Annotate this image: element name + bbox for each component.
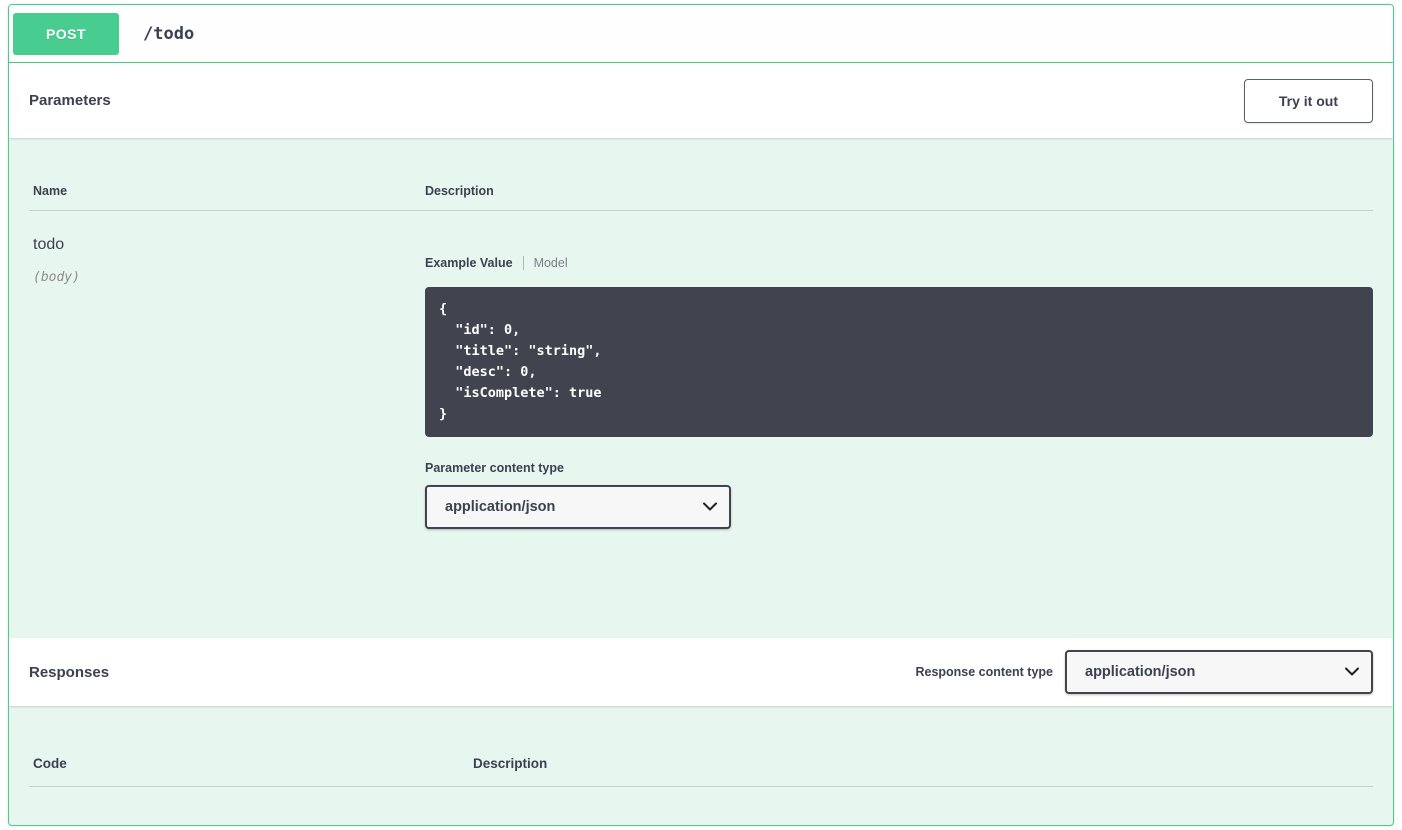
response-content-type-controls: Response content type application/json (915, 650, 1373, 694)
operation-summary[interactable]: POST /todo (9, 5, 1393, 63)
tab-example-value[interactable]: Example Value (425, 256, 523, 270)
parameter-content-type-select[interactable]: application/json (425, 485, 731, 529)
parameter-content-type-select-wrap: application/json (425, 485, 731, 529)
responses-title: Responses (29, 664, 109, 681)
description-column-header: Description (425, 184, 1373, 198)
parameters-table-header: Name Description (29, 184, 1373, 211)
parameter-name-cell: todo (body) (33, 236, 425, 529)
parameters-section-header: Parameters Try it out (9, 63, 1393, 138)
response-content-type-label: Response content type (915, 665, 1053, 679)
name-column-header: Name (33, 184, 425, 198)
responses-body: Code Description (9, 706, 1393, 807)
example-json-block: { "id": 0, "title": "string", "desc": 0,… (425, 287, 1373, 437)
parameters-body: Name Description todo (body) Example Val… (9, 138, 1393, 638)
response-content-type-select-wrap: application/json (1065, 650, 1373, 694)
parameter-name: todo (33, 236, 425, 254)
response-content-type-select[interactable]: application/json (1065, 650, 1373, 694)
parameter-content-type-label: Parameter content type (425, 461, 1373, 475)
parameters-title: Parameters (29, 92, 111, 109)
parameter-description-cell: Example Value Model { "id": 0, "title": … (425, 236, 1373, 529)
model-example-tabs: Example Value Model (425, 256, 1373, 270)
tab-model[interactable]: Model (523, 256, 568, 270)
try-it-out-button[interactable]: Try it out (1244, 79, 1373, 123)
endpoint-path: /todo (143, 24, 194, 44)
responses-section-header: Responses Response content type applicat… (9, 638, 1393, 706)
responses-table-header: Code Description (29, 756, 1373, 787)
parameter-location: (body) (33, 270, 425, 285)
code-column-header: Code (33, 756, 473, 771)
parameter-row-todo: todo (body) Example Value Model { "id": … (29, 211, 1373, 529)
http-method-badge: POST (13, 13, 119, 55)
response-description-column-header: Description (473, 756, 1373, 771)
operation-block-post-todo: POST /todo Parameters Try it out Name De… (8, 4, 1394, 826)
